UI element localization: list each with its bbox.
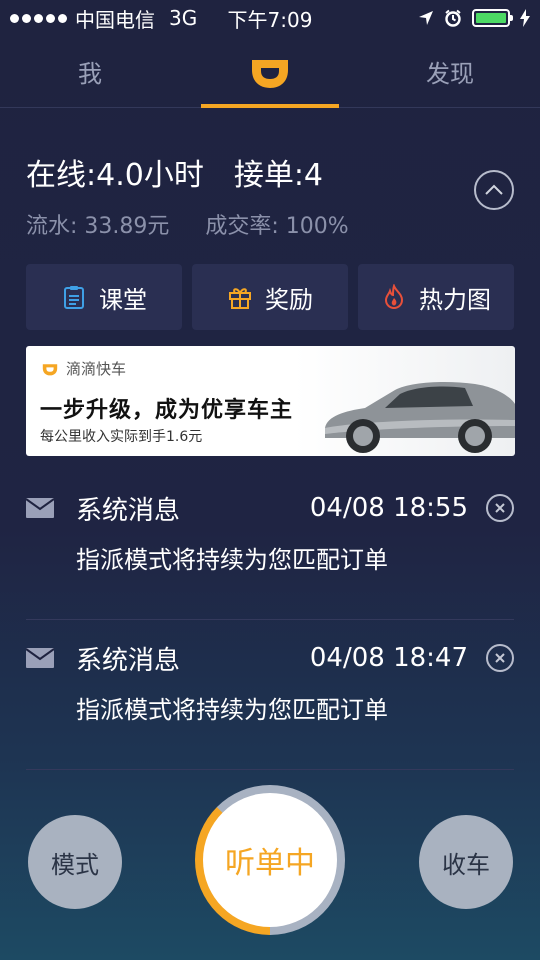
rewards-label: 奖励 (265, 285, 313, 314)
deal-rate: 成交率: 100% (205, 214, 349, 239)
gift-icon (229, 288, 251, 309)
didi-logo-icon (252, 59, 288, 88)
status-bar: 中国电信 3G 下午7:09 (0, 0, 540, 36)
dismiss-button[interactable] (486, 644, 514, 672)
dismiss-button[interactable] (486, 494, 514, 522)
message-title: 系统消息 (76, 495, 181, 526)
tab-me[interactable]: 我 (0, 36, 180, 107)
flame-icon (384, 284, 404, 310)
banner-subline: 每公里收入实际到手1.6元 (40, 429, 203, 445)
message-list: 系统消息 04/08 18:55 指派模式将持续为您匹配订单 系统消息 04/0… (26, 470, 514, 770)
mail-icon (26, 498, 54, 518)
heatmap-label: 热力图 (419, 285, 491, 314)
battery-icon (472, 9, 513, 27)
stop-label: 收车 (442, 850, 490, 879)
message-body: 指派模式将持续为您匹配订单 (76, 696, 388, 724)
mode-label: 模式 (51, 850, 99, 879)
shortcut-bar: 课堂 奖励 热力图 (26, 264, 514, 330)
alarm-icon (445, 9, 461, 27)
heatmap-button[interactable]: 热力图 (358, 264, 514, 330)
banner-brand: 滴滴快车 (40, 358, 126, 379)
carrier-name: 中国电信 (75, 7, 155, 32)
rewards-button[interactable]: 奖励 (192, 264, 348, 330)
online-hours: 在线:4.0小时 (26, 158, 204, 193)
tab-me-label: 我 (78, 60, 102, 88)
income-amount: 流水: 33.89元 (26, 214, 170, 239)
tab-home[interactable] (180, 36, 360, 108)
classroom-label: 课堂 (99, 285, 147, 314)
driver-stats: 在线:4.0小时 接单:4 流水: 33.89元 成交率: 100% (26, 150, 514, 240)
charging-bolt-icon (520, 9, 530, 27)
banner-headline: 一步升级，成为优享车主 (40, 398, 294, 423)
mail-icon (26, 648, 54, 668)
location-arrow-icon (419, 11, 433, 25)
network-type: 3G (169, 6, 198, 30)
listen-label: 听单中 (225, 846, 315, 881)
list-item[interactable]: 系统消息 04/08 18:55 指派模式将持续为您匹配订单 (26, 470, 514, 620)
banner-brand-label: 滴滴快车 (66, 360, 127, 378)
order-count: 接单:4 (233, 158, 324, 193)
clipboard-icon (64, 286, 84, 309)
collapse-button[interactable] (474, 170, 514, 210)
message-time: 04/08 18:47 (309, 643, 468, 673)
car-image (325, 382, 515, 453)
list-item[interactable]: 系统消息 04/08 18:47 指派模式将持续为您匹配订单 (26, 620, 514, 770)
close-icon (495, 503, 505, 513)
signal-strength-icon (10, 13, 67, 23)
tab-discover-label: 发现 (426, 60, 474, 88)
promo-banner[interactable]: 滴滴快车 一步升级，成为优享车主 每公里收入实际到手1.6元 (26, 346, 515, 456)
top-tab-bar: 我 发现 (0, 36, 540, 108)
classroom-button[interactable]: 课堂 (26, 264, 182, 330)
message-title: 系统消息 (76, 645, 181, 676)
message-body: 指派模式将持续为您匹配订单 (76, 546, 388, 574)
stop-shift-button[interactable]: 收车 (419, 815, 513, 909)
mode-button[interactable]: 模式 (28, 815, 122, 909)
listen-orders-button[interactable]: 听单中 (203, 793, 337, 927)
message-time: 04/08 18:55 (309, 493, 468, 523)
chevron-up-icon (485, 184, 503, 195)
close-icon (495, 653, 505, 663)
tab-discover[interactable]: 发现 (360, 36, 540, 107)
didi-logo-icon (42, 363, 58, 375)
